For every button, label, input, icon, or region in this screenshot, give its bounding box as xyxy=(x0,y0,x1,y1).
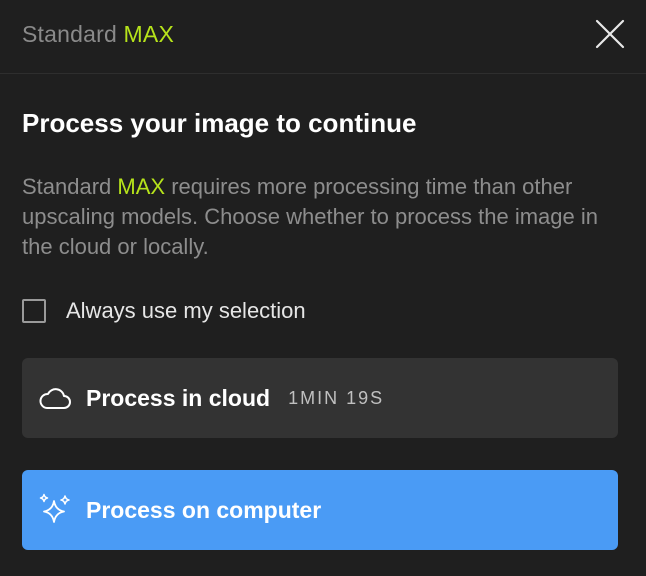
sparkles-icon xyxy=(38,493,72,527)
process-dialog: Standard MAX Process your image to conti… xyxy=(0,0,646,576)
title-model-name: Standard xyxy=(22,21,117,47)
process-in-cloud-label: Process in cloud xyxy=(86,384,271,411)
dialog-header: Standard MAX xyxy=(0,0,646,74)
process-in-cloud-button[interactable]: Process in cloud 1MIN 19S xyxy=(22,358,618,438)
page-title: Process your image to continue xyxy=(22,108,417,138)
cloud-time-estimate: 1MIN 19S xyxy=(288,387,385,408)
dialog-title: Standard MAX xyxy=(22,21,174,48)
description-model-accent: MAX xyxy=(117,174,166,199)
description-model-name: Standard xyxy=(22,174,112,199)
always-use-selection-row[interactable]: Always use my selection xyxy=(22,296,306,326)
always-use-selection-label[interactable]: Always use my selection xyxy=(66,298,306,324)
cloud-icon xyxy=(38,381,72,415)
close-button[interactable] xyxy=(594,18,626,50)
always-use-selection-checkbox[interactable] xyxy=(22,299,46,323)
title-model-accent: MAX xyxy=(123,21,174,47)
close-icon xyxy=(595,19,625,49)
description-text: Standard MAX requires more processing ti… xyxy=(22,172,622,262)
process-on-computer-button[interactable]: Process on computer xyxy=(22,470,618,550)
process-on-computer-label: Process on computer xyxy=(86,496,322,523)
